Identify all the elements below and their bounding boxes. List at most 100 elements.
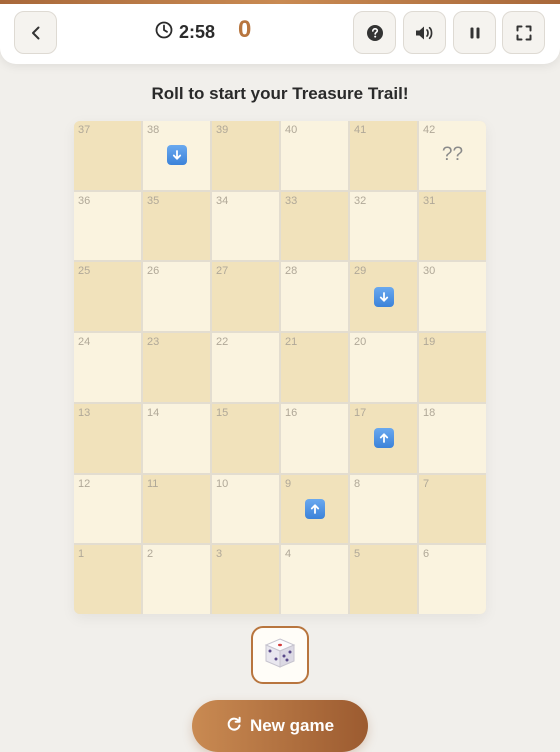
speaker-icon xyxy=(414,24,436,42)
cell-number: 13 xyxy=(78,406,91,419)
board-cell: 17 xyxy=(350,403,417,473)
cell-number: 24 xyxy=(78,336,91,349)
board-cell: 5 xyxy=(350,545,417,614)
cell-number: 7 xyxy=(423,477,430,490)
cell-number: 6 xyxy=(423,548,430,561)
dice-icon xyxy=(262,635,298,676)
cell-number: 21 xyxy=(285,336,298,349)
board-cell: 2 xyxy=(143,545,210,614)
board-cell: 26 xyxy=(143,262,210,332)
cell-number: 19 xyxy=(423,336,436,349)
board-cell: 8 xyxy=(350,474,417,544)
treasure-mystery-label: ?? xyxy=(441,144,464,166)
sound-button[interactable] xyxy=(403,11,446,54)
board-cell: 13 xyxy=(74,403,141,473)
board-cell: 41 xyxy=(350,121,417,190)
cell-number: 9 xyxy=(285,477,292,490)
cell-number: 10 xyxy=(216,477,229,490)
board-cell: 40 xyxy=(281,121,348,190)
new-game-button[interactable]: New game xyxy=(192,700,368,752)
board-cell: 1 xyxy=(74,545,141,614)
cell-number: 27 xyxy=(216,265,229,278)
cell-number: 29 xyxy=(354,265,367,278)
board-cell: 20 xyxy=(350,333,417,402)
board-cell: 30 xyxy=(419,262,486,332)
board-cell: 36 xyxy=(74,191,141,261)
board-cell: 22 xyxy=(212,333,279,402)
board-cell: 16 xyxy=(281,403,348,473)
board-cell: 33 xyxy=(281,191,348,261)
cell-number: 2 xyxy=(147,548,154,561)
cell-number: 38 xyxy=(147,124,160,136)
cell-number: 36 xyxy=(78,194,91,207)
board-cell: 38 xyxy=(143,121,210,190)
fullscreen-button[interactable] xyxy=(502,11,545,54)
cell-number: 5 xyxy=(354,548,361,561)
board-cell: 12 xyxy=(74,474,141,544)
cell-number: 18 xyxy=(423,406,436,419)
cell-number: 34 xyxy=(216,194,229,207)
arrow-down-icon xyxy=(166,145,187,166)
board-cell: 25 xyxy=(74,262,141,332)
cell-number: 23 xyxy=(147,336,160,349)
board-cell: 15 xyxy=(212,403,279,473)
board-cell: 9 xyxy=(281,474,348,544)
cell-number: 30 xyxy=(423,265,436,278)
board-cell: 18 xyxy=(419,403,486,473)
game-board: 37 38 39 40 41 42?? 36 35 34 33 32 31 25 26 27 28 29 30 24… xyxy=(74,121,486,614)
board-cell: 11 xyxy=(143,474,210,544)
new-game-label: New game xyxy=(249,716,335,735)
top-accent-strip xyxy=(0,0,560,4)
board-cell: 14 xyxy=(143,403,210,473)
cell-number: 42 xyxy=(423,124,436,136)
cell-number: 37 xyxy=(78,124,91,136)
cell-number: 3 xyxy=(216,548,223,561)
board-cell: 24 xyxy=(74,333,141,402)
cell-number: 20 xyxy=(354,336,367,349)
cell-number: 26 xyxy=(147,265,160,278)
cell-number: 8 xyxy=(354,477,361,490)
cell-number: 16 xyxy=(285,406,298,419)
cell-number: 31 xyxy=(423,194,436,207)
board-cell: 6 xyxy=(419,545,486,614)
clock-icon xyxy=(155,21,173,44)
chevron-left-icon xyxy=(27,24,45,42)
board-cell: 3 xyxy=(212,545,279,614)
board-cell: 23 xyxy=(143,333,210,402)
cell-number: 12 xyxy=(78,477,91,490)
cell-number: 25 xyxy=(78,265,91,278)
board-cell: 32 xyxy=(350,191,417,261)
cell-number: 39 xyxy=(216,124,229,136)
cell-number: 4 xyxy=(285,548,292,561)
top-bar: 2:58 0 xyxy=(0,0,560,64)
help-button[interactable] xyxy=(353,11,396,54)
cell-number: 14 xyxy=(147,406,160,419)
board-cell: 4 xyxy=(281,545,348,614)
timer: 2:58 xyxy=(155,20,215,44)
cell-number: 15 xyxy=(216,406,229,419)
cell-number: 22 xyxy=(216,336,229,349)
cell-number: 33 xyxy=(285,194,298,207)
board-cell: 27 xyxy=(212,262,279,332)
back-button[interactable] xyxy=(14,11,57,54)
pause-button[interactable] xyxy=(453,11,496,54)
help-icon xyxy=(366,24,384,42)
fullscreen-icon xyxy=(515,24,533,42)
board-cell: 35 xyxy=(143,191,210,261)
roll-dice-button[interactable] xyxy=(251,626,309,684)
board-cell: 7 xyxy=(419,474,486,544)
cell-number: 35 xyxy=(147,194,160,207)
board-cell: 21 xyxy=(281,333,348,402)
status-message: Roll to start your Treasure Trail! xyxy=(151,84,409,103)
cell-number: 1 xyxy=(78,548,85,561)
score-value: 0 xyxy=(238,16,252,43)
arrow-up-icon xyxy=(304,498,325,519)
arrow-down-icon xyxy=(373,286,394,307)
cell-number: 32 xyxy=(354,194,367,207)
cell-number: 11 xyxy=(147,477,159,490)
board-cell: 39 xyxy=(212,121,279,190)
timer-value: 2:58 xyxy=(179,21,216,42)
cell-number: 28 xyxy=(285,265,298,278)
arrow-up-icon xyxy=(373,428,394,449)
cell-number: 17 xyxy=(354,406,367,419)
